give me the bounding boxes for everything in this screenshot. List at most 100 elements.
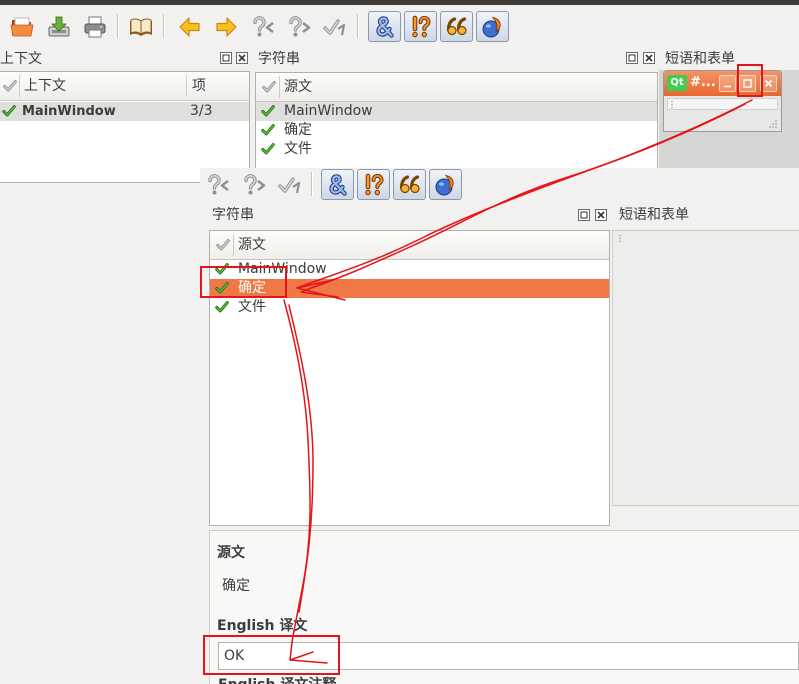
- phrases-dock-title: 短语和表单: [619, 207, 689, 223]
- context-tree: 上下文 项 MainWindow 3/3: [0, 71, 250, 183]
- phrase-matches-check-button[interactable]: [440, 11, 473, 42]
- column-divider: [233, 234, 234, 256]
- floating-phrases-window[interactable]: Qt #...: [663, 70, 782, 132]
- done-check-icon: [215, 300, 229, 314]
- grip-icon: [671, 100, 673, 109]
- context-dock-float-icon[interactable]: [220, 52, 232, 64]
- strings-dock-float-icon[interactable]: [626, 52, 638, 64]
- next-unfinished-button[interactable]: [284, 12, 314, 42]
- floating-window-title: #...: [690, 75, 716, 90]
- string-row[interactable]: 文件: [210, 298, 609, 317]
- accelerators-check-button[interactable]: [321, 169, 354, 200]
- accelerators-check-button[interactable]: [368, 11, 401, 42]
- main-toolbar: [0, 5, 799, 45]
- grip-icon: [619, 234, 621, 243]
- done-check-icon: [261, 104, 275, 118]
- print-button[interactable]: [80, 12, 110, 42]
- annotation-box-selected-string: [200, 266, 287, 298]
- toolbar-separator: [357, 14, 358, 38]
- string-source: 确定: [284, 122, 312, 138]
- next-unfinished-button[interactable]: [239, 170, 269, 200]
- close-icon: [764, 79, 773, 88]
- floating-window-title-bar[interactable]: Qt #...: [664, 71, 781, 96]
- done-and-next-button[interactable]: [275, 170, 305, 200]
- source-column-header[interactable]: 源文: [284, 73, 312, 101]
- open-icon: [10, 17, 34, 37]
- context-name: MainWindow: [22, 104, 116, 119]
- toolbar-separator: [163, 14, 164, 38]
- phrasebook-icon: [130, 18, 152, 36]
- done-check-icon: [261, 142, 275, 156]
- place-markers-check-icon: [434, 173, 458, 197]
- accelerators-check-icon: [373, 15, 397, 39]
- accelerators-check-icon: [326, 173, 350, 197]
- place-markers-check-button[interactable]: [476, 11, 509, 42]
- next-button[interactable]: [211, 12, 241, 42]
- phrases-panel: [612, 230, 799, 506]
- phrase-matches-check-icon: [398, 173, 422, 197]
- previous-icon: [179, 17, 200, 37]
- toolbar-separator: [311, 172, 312, 196]
- string-row[interactable]: MainWindow: [256, 102, 657, 121]
- phrase-matches-check-icon: [445, 15, 469, 39]
- phrase-matches-check-button[interactable]: [393, 169, 426, 200]
- size-grip-icon[interactable]: [766, 119, 778, 129]
- strings-dock-close-icon[interactable]: [595, 209, 607, 221]
- string-row[interactable]: 确定: [256, 121, 657, 140]
- column-divider: [19, 75, 20, 97]
- context-row[interactable]: MainWindow 3/3: [0, 102, 249, 121]
- status-column-check-icon[interactable]: [262, 80, 276, 94]
- phrases-dock-title: 短语和表单: [665, 51, 735, 67]
- source-column-header[interactable]: 源文: [238, 231, 266, 259]
- annotation-box-maximize: [737, 64, 763, 97]
- context-dock-close-icon[interactable]: [236, 52, 248, 64]
- string-source: 文件: [238, 299, 266, 315]
- previous-unfinished-icon: [206, 173, 230, 197]
- minimize-icon: [724, 85, 731, 88]
- context-tree-header: 上下文 项: [0, 72, 249, 101]
- qt-logo: Qt: [667, 75, 687, 91]
- status-column-check-icon[interactable]: [216, 238, 230, 252]
- toolbar-separator: [117, 14, 118, 38]
- previous-unfinished-button[interactable]: [203, 170, 233, 200]
- punctuation-check-icon: [409, 15, 433, 39]
- translator-comment-label: English 译文注释: [218, 676, 336, 684]
- items-column-header[interactable]: 项: [192, 72, 206, 100]
- column-divider: [186, 75, 187, 97]
- column-divider: [279, 76, 280, 98]
- source-text: 确定: [222, 578, 250, 594]
- annotation-box-translation: [203, 635, 340, 675]
- save-button[interactable]: [44, 12, 74, 42]
- strings-tree-header: 源文: [210, 231, 609, 260]
- context-column-header[interactable]: 上下文: [24, 72, 66, 100]
- previous-button[interactable]: [175, 12, 205, 42]
- done-and-next-icon: [278, 173, 302, 197]
- string-source: MainWindow: [284, 103, 373, 119]
- zoomed-toolbar: [200, 168, 799, 200]
- next-unfinished-icon: [242, 173, 266, 197]
- next-icon: [216, 17, 237, 37]
- phrasebook-button[interactable]: [126, 12, 156, 42]
- place-markers-check-button[interactable]: [429, 169, 462, 200]
- previous-unfinished-button[interactable]: [248, 12, 278, 42]
- save-icon: [48, 16, 70, 37]
- done-check-icon: [2, 104, 16, 118]
- strings-dock-float-icon[interactable]: [578, 209, 590, 221]
- string-source: 文件: [284, 141, 312, 157]
- strings-dock-title: 字符串: [258, 51, 300, 67]
- done-and-next-button[interactable]: [320, 12, 350, 42]
- strings-dock-close-icon[interactable]: [643, 52, 655, 64]
- source-label: 源文: [217, 545, 245, 561]
- status-column-check-icon[interactable]: [3, 79, 17, 93]
- print-icon: [84, 16, 106, 38]
- strings-tree-header: 源文: [256, 73, 657, 102]
- string-row[interactable]: 文件: [256, 140, 657, 159]
- done-check-icon: [261, 123, 275, 137]
- punctuation-check-button[interactable]: [357, 169, 390, 200]
- context-dock-title: 上下文: [0, 51, 42, 67]
- screenshot: 上下文 上下文 项 MainWindow 3/3 字符串 源文 MainWind…: [0, 0, 799, 684]
- punctuation-check-button[interactable]: [404, 11, 437, 42]
- open-button[interactable]: [7, 12, 37, 42]
- minimize-button[interactable]: [719, 75, 736, 92]
- next-unfinished-icon: [287, 15, 311, 39]
